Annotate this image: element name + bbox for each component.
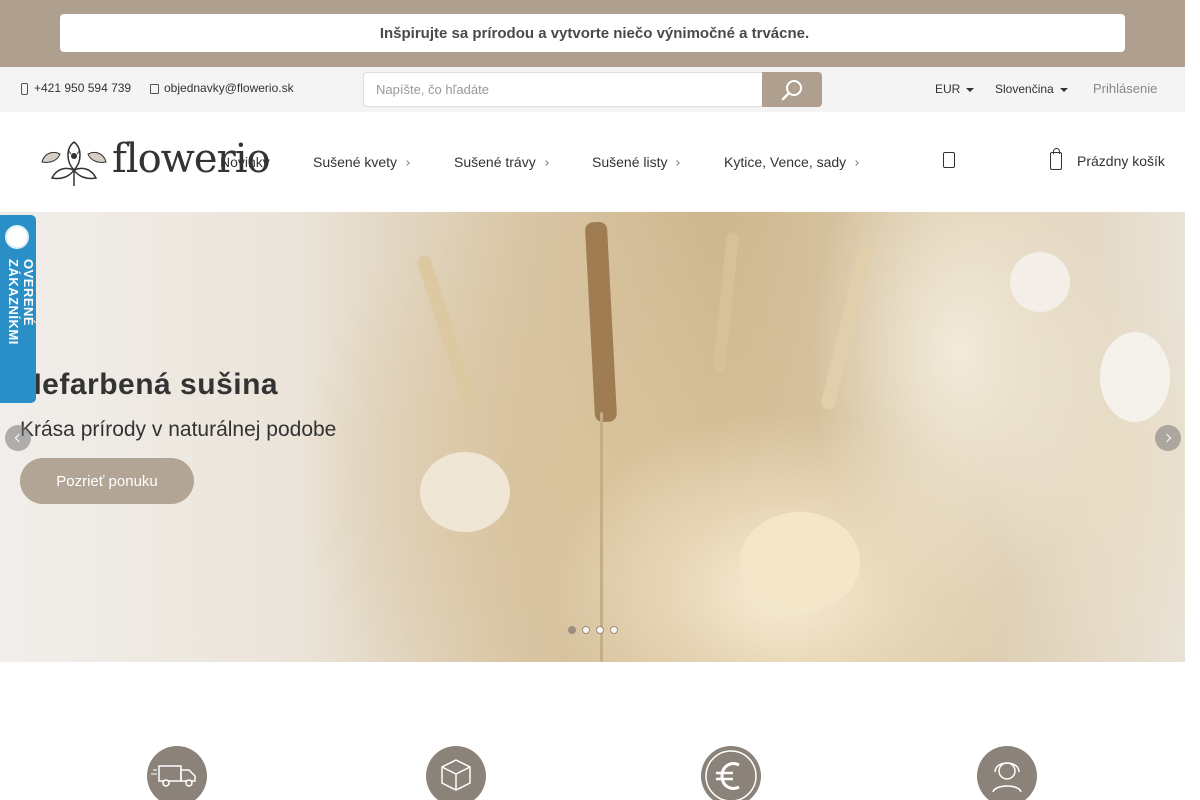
promo-banner: Inšpirujte sa prírodou a vytvorte niečo … [60,14,1125,52]
nav-item-label: Sušené trávy [454,154,536,170]
hero-title: Nefarbená sušina [20,368,279,401]
nav-item-susene-travy[interactable]: Sušené trávy [454,154,549,170]
slider-dot-3[interactable] [596,626,604,634]
nav-item-label: Kytice, Vence, sady [724,154,847,170]
search-input[interactable] [363,72,763,107]
header: flowerio Novinky Sušené kvety Sušené trá… [0,112,1185,212]
slider-dot-4[interactable] [610,626,618,634]
email-address: objednavky@flowerio.sk [164,81,294,95]
phone-number: +421 950 594 739 [34,81,132,95]
logo[interactable]: flowerio [38,132,271,190]
login-link[interactable]: Prihlásenie [1093,81,1157,96]
badge-text: OVERENÉ ZÁKAZNÍKMI [6,259,36,345]
nav-item-novinky[interactable]: Novinky [220,154,270,170]
verified-badge[interactable]: OVERENÉ ZÁKAZNÍKMI [0,215,36,403]
chevron-down-icon [542,160,549,167]
euro-icon [701,746,761,800]
currency-select[interactable]: EUR [935,82,975,96]
chevron-down-icon [674,160,681,167]
promo-text: Inšpirujte sa prírodou a vytvorte niečo … [379,24,810,42]
search-button[interactable] [762,72,822,107]
chevron-down-icon [966,87,975,92]
slider-dot-1[interactable] [568,626,576,634]
cart-label: Prázdny košík [1077,153,1165,169]
nav-item-label: Sušené kvety [313,154,398,170]
nav-item-label: Sušené listy [592,154,668,170]
chevron-left-icon[interactable] [5,425,31,451]
nav-item-kytice[interactable]: Kytice, Vence, sady [724,154,860,170]
truck-icon [147,746,207,800]
mail-icon [150,82,159,94]
chevron-down-icon [853,160,860,167]
cart-button[interactable]: Prázdny košík [1050,148,1165,170]
language-select[interactable]: Slovenčina [995,82,1068,96]
contact-phone[interactable]: +421 950 594 739 [20,81,131,95]
chevron-down-icon [404,160,410,167]
nav-item-susene-kvety[interactable]: Sušené kvety [313,154,410,170]
chevron-right-icon[interactable] [1155,425,1181,451]
box-icon [426,746,486,800]
slider-dots [568,626,618,634]
verified-seal-icon [5,225,29,249]
phone-icon [20,82,28,95]
wishlist-icon[interactable] [943,152,955,168]
support-agent-icon [977,746,1037,800]
flower-logo-icon [41,141,107,186]
search-form [363,72,822,107]
hero-slider: Nefarbená sušina Krása prírody v naturál… [0,212,1185,662]
currency-value: EUR [935,82,961,96]
shopping-bag-icon [1050,148,1062,170]
view-offer-button[interactable]: Pozrieť ponuku [20,458,194,504]
chevron-down-icon [1059,87,1068,92]
slider-dot-2[interactable] [582,626,590,634]
utility-bar: +421 950 594 739 objednavky@flowerio.sk … [0,67,1185,112]
hero-subtitle: Krása prírody v naturálnej podobe [20,418,337,441]
nav-item-susene-listy[interactable]: Sušené listy [592,154,681,170]
search-icon [781,80,802,101]
promo-bar: Inšpirujte sa prírodou a vytvorte niečo … [0,0,1185,67]
contact-email[interactable]: objednavky@flowerio.sk [150,81,294,95]
language-value: Slovenčina [995,82,1054,96]
